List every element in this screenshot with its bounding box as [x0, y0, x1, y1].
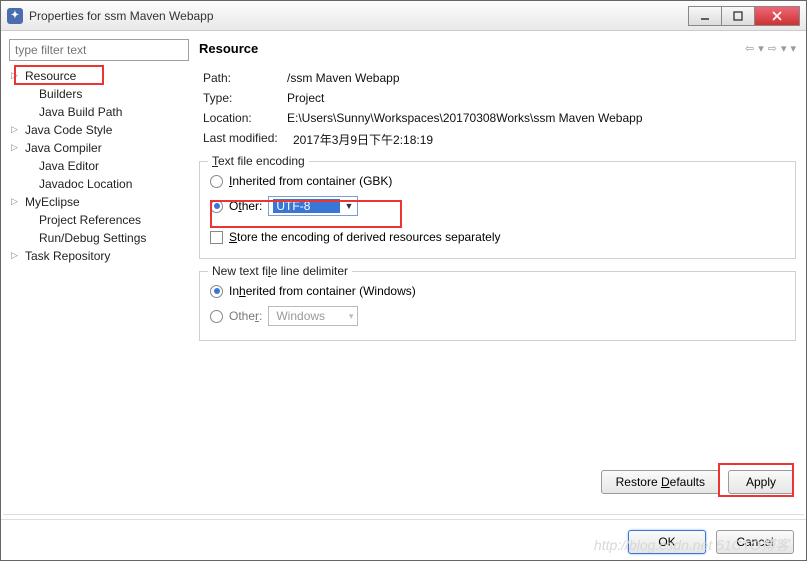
- content-panel: Resource ⇦ ▾ ⇨ ▾ ▾ Path:/ssm Maven Webapp …: [197, 39, 798, 502]
- encoding-inherited-label: Inherited from container (GBK): [229, 174, 392, 188]
- nav-arrows: ⇦ ▾ ⇨ ▾ ▾: [745, 42, 796, 55]
- resource-properties: Path:/ssm Maven Webapp Type:Project Loca…: [197, 64, 798, 155]
- page-title: Resource: [199, 41, 745, 56]
- tree-item-resource[interactable]: Resource: [9, 67, 189, 85]
- delimiter-combo-value: Windows: [273, 309, 344, 323]
- store-encoding-checkbox[interactable]: [210, 231, 223, 244]
- window-controls: [689, 6, 800, 26]
- tree-item-myeclipse[interactable]: MyEclipse: [9, 193, 189, 211]
- panel-buttons: Restore Defaults Apply: [197, 462, 798, 502]
- delimiter-group: New text file line delimiter Inherited f…: [199, 271, 796, 341]
- path-value: /ssm Maven Webapp: [287, 71, 400, 85]
- close-button[interactable]: [754, 6, 800, 26]
- eclipse-icon: ✦: [7, 8, 23, 24]
- encoding-other-label: Other:: [229, 199, 262, 213]
- category-tree[interactable]: ResourceBuildersJava Build PathJava Code…: [9, 65, 189, 502]
- delimiter-legend: New text file line delimiter: [208, 264, 352, 278]
- ok-button[interactable]: OK: [628, 530, 706, 554]
- path-label: Path:: [203, 71, 287, 85]
- delimiter-combo: Windows ▾: [268, 306, 358, 326]
- encoding-inherited-radio[interactable]: [210, 175, 223, 188]
- tree-item-project-references[interactable]: Project References: [9, 211, 189, 229]
- encoding-other-radio[interactable]: [210, 200, 223, 213]
- tree-item-run-debug-settings[interactable]: Run/Debug Settings: [9, 229, 189, 247]
- tree-item-task-repository[interactable]: Task Repository: [9, 247, 189, 265]
- store-encoding-label: Store the encoding of derived resources …: [229, 230, 501, 244]
- delimiter-inherited-radio[interactable]: [210, 285, 223, 298]
- tree-item-java-code-style[interactable]: Java Code Style: [9, 121, 189, 139]
- cancel-button[interactable]: Cancel: [716, 530, 794, 554]
- window-title: Properties for ssm Maven Webapp: [29, 9, 689, 23]
- location-label: Location:: [203, 111, 287, 125]
- maximize-button[interactable]: [721, 6, 755, 26]
- location-value: E:\Users\Sunny\Workspaces\20170308Works\…: [287, 111, 643, 125]
- chevron-down-icon: ▼: [340, 201, 353, 211]
- minimize-button[interactable]: [688, 6, 722, 26]
- restore-defaults-button[interactable]: Restore Defaults: [601, 470, 720, 494]
- encoding-combo-value: UTF-8: [273, 199, 340, 213]
- modified-label: Last modified:: [203, 131, 293, 148]
- dialog-footer: OK Cancel: [1, 519, 806, 560]
- back-menu-icon[interactable]: ▾: [758, 42, 764, 55]
- encoding-combo[interactable]: UTF-8 ▼: [268, 196, 358, 216]
- encoding-group: Text file encoding Inherited from contai…: [199, 161, 796, 259]
- delimiter-inherited-label: Inherited from container (Windows): [229, 284, 416, 298]
- type-label: Type:: [203, 91, 287, 105]
- tree-item-java-compiler[interactable]: Java Compiler: [9, 139, 189, 157]
- sidebar: ResourceBuildersJava Build PathJava Code…: [9, 39, 189, 502]
- modified-value: 2017年3月9日下午2:18:19: [293, 131, 433, 148]
- titlebar[interactable]: ✦ Properties for ssm Maven Webapp: [1, 1, 806, 31]
- forward-menu-icon[interactable]: ▾: [781, 42, 787, 55]
- type-value: Project: [287, 91, 324, 105]
- tree-item-javadoc-location[interactable]: Javadoc Location: [9, 175, 189, 193]
- forward-icon[interactable]: ⇨: [768, 42, 777, 55]
- filter-input[interactable]: [9, 39, 189, 61]
- encoding-legend: Text file encoding: [208, 154, 309, 168]
- chevron-down-icon: ▾: [345, 311, 354, 322]
- delimiter-other-label: Other:: [229, 309, 262, 323]
- delimiter-other-radio[interactable]: [210, 310, 223, 323]
- tree-item-java-editor[interactable]: Java Editor: [9, 157, 189, 175]
- back-icon[interactable]: ⇦: [745, 42, 754, 55]
- menu-icon[interactable]: ▾: [790, 42, 796, 55]
- tree-item-builders[interactable]: Builders: [9, 85, 189, 103]
- properties-dialog: ✦ Properties for ssm Maven Webapp Resour…: [0, 0, 807, 561]
- tree-item-java-build-path[interactable]: Java Build Path: [9, 103, 189, 121]
- apply-button[interactable]: Apply: [728, 470, 794, 494]
